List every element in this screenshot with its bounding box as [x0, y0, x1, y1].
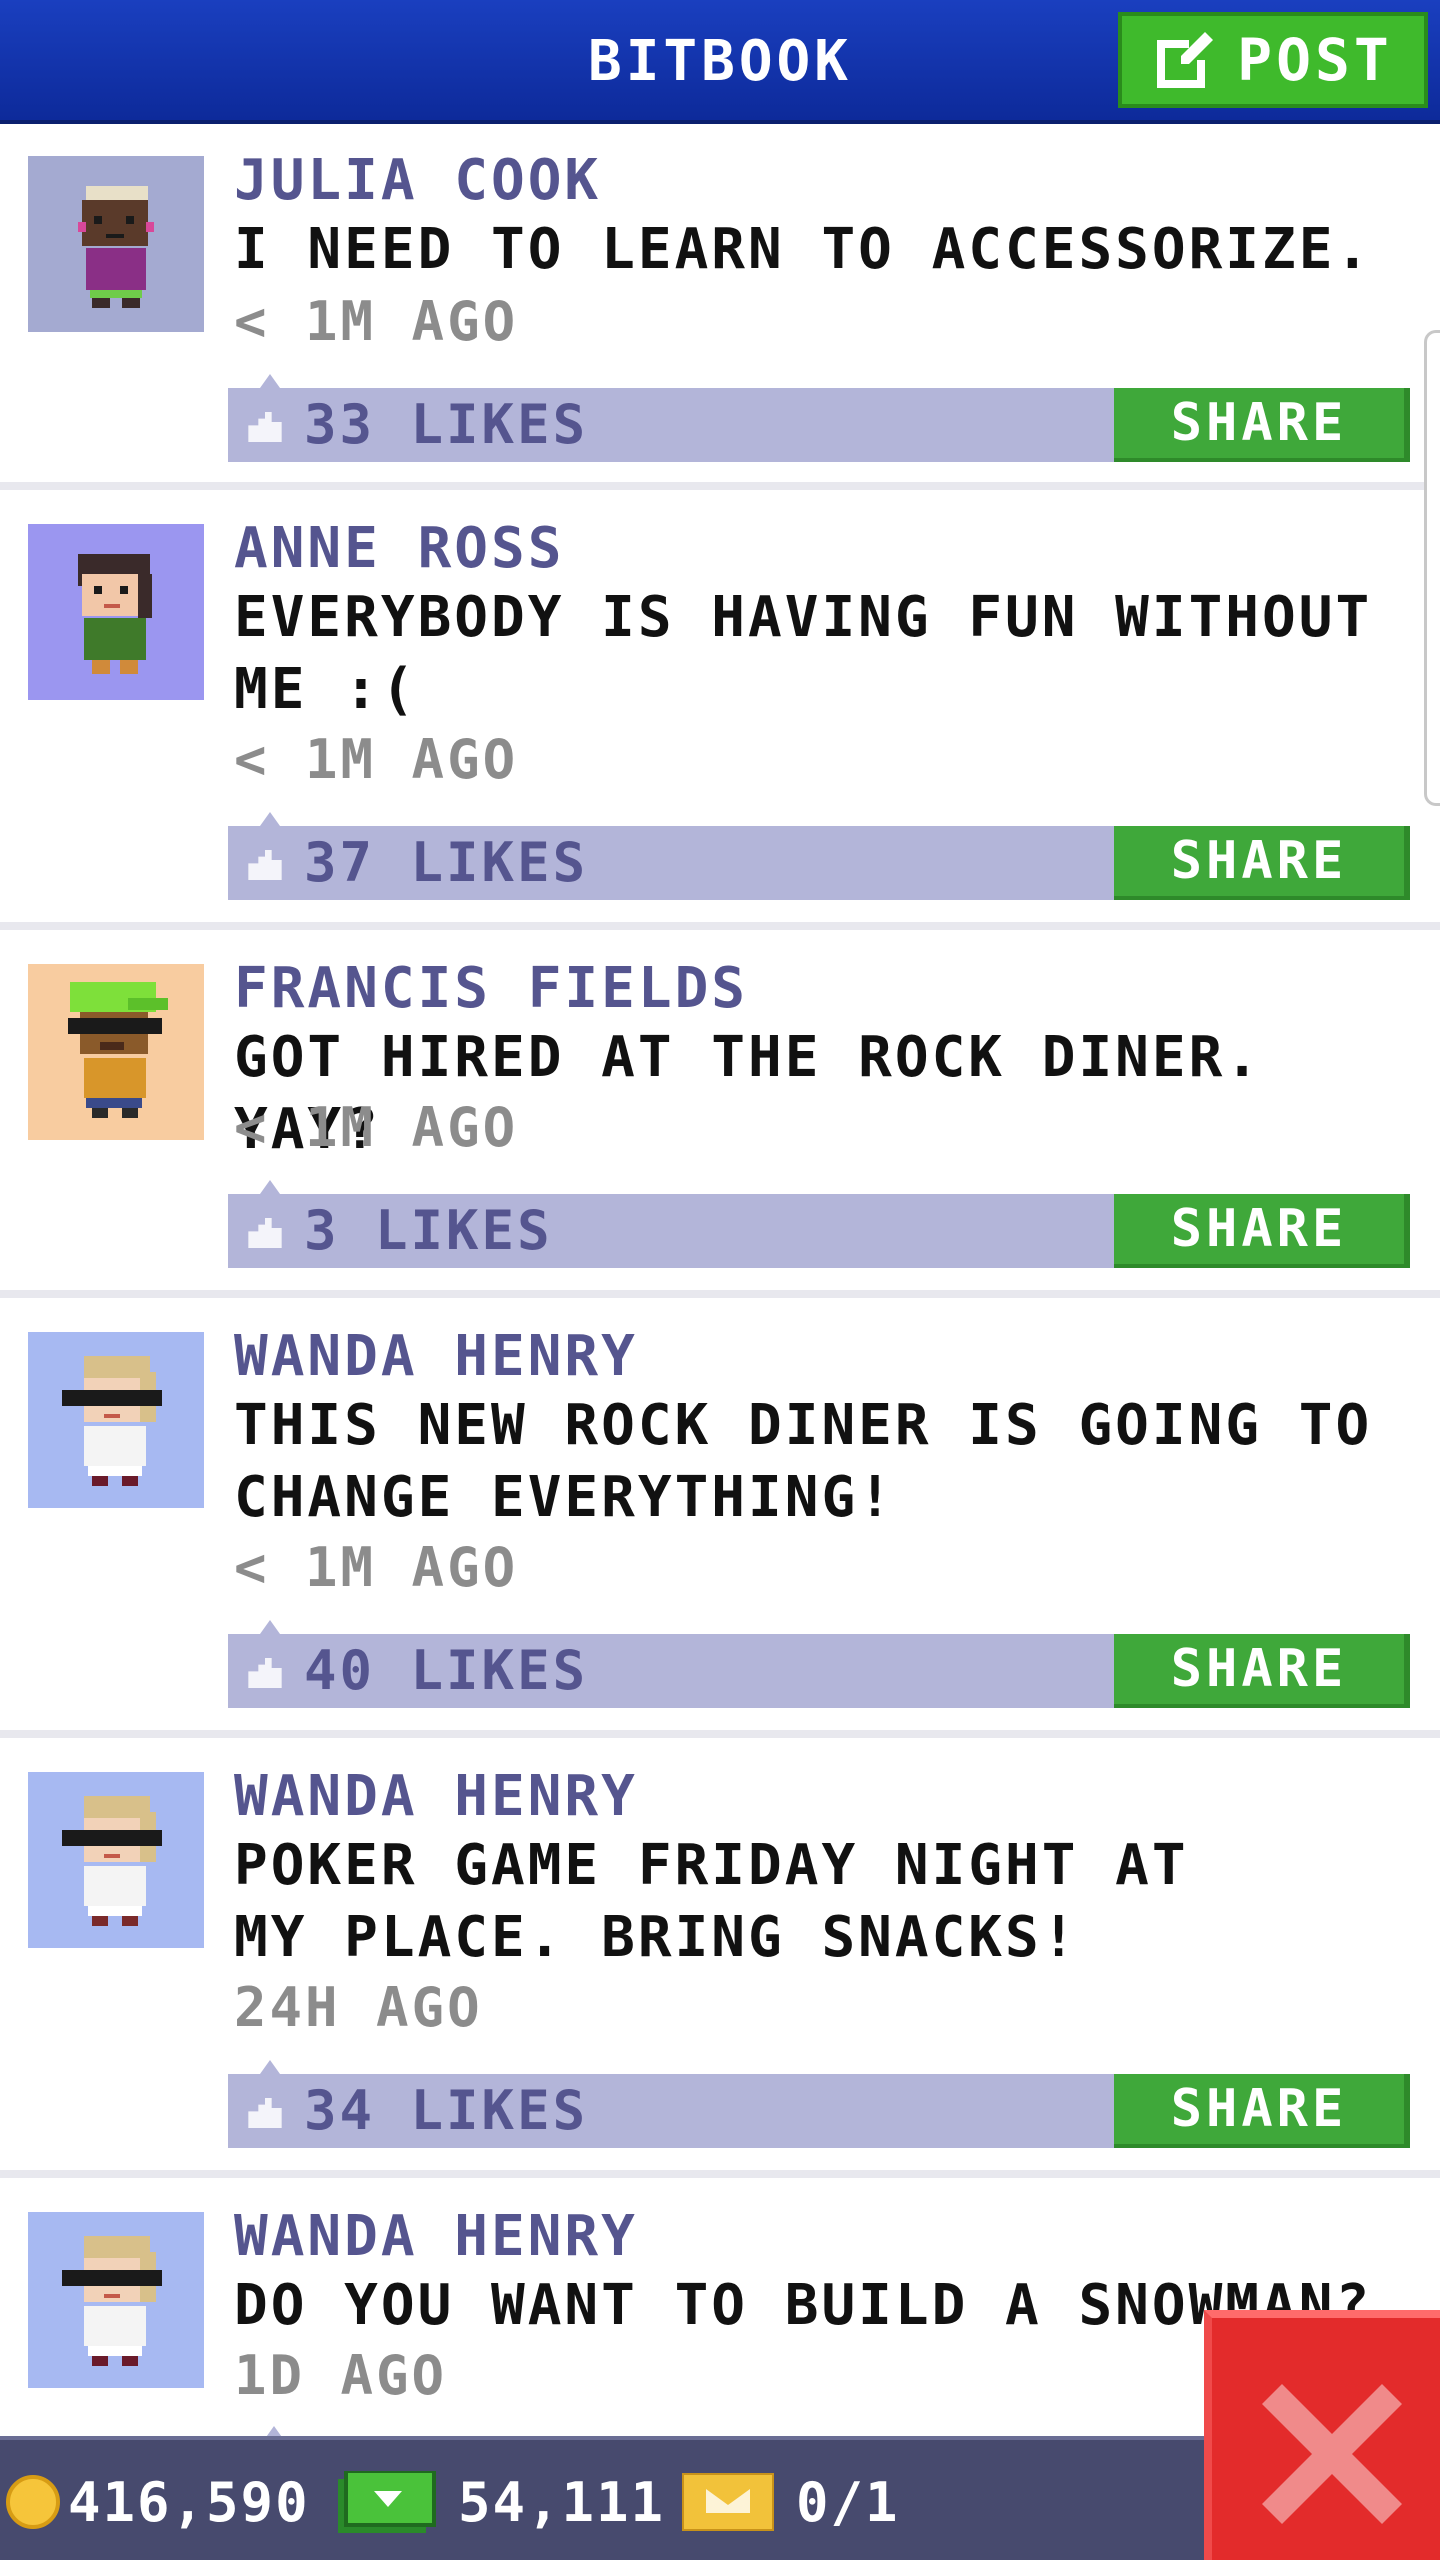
avatar[interactable]: [28, 964, 204, 1140]
likes-count: 34 LIKES: [304, 2079, 589, 2142]
feed-post: WANDA HENRY THIS NEW ROCK DINER IS GOING…: [0, 1306, 1440, 1738]
bux-stat: 54,111: [338, 2440, 665, 2560]
likes-bar: 3 LIKES SHARE: [228, 1180, 1410, 1268]
likes-count: 40 LIKES: [304, 1639, 589, 1702]
share-button[interactable]: SHARE: [1114, 1194, 1410, 1268]
post-timestamp: < 1M AGO: [234, 290, 519, 353]
post-edit-icon: [1157, 32, 1214, 88]
ticket-icon: [682, 2473, 774, 2531]
likes-bar-notch: [260, 1180, 280, 1194]
post-timestamp: < 1M AGO: [234, 1536, 519, 1599]
avatar-wanda-henry: [28, 1772, 204, 1948]
likes-bar-notch: [260, 374, 280, 388]
likes-bar-notch: [260, 1620, 280, 1634]
tickets-value: 0/1: [796, 2470, 900, 2534]
share-button[interactable]: SHARE: [1114, 826, 1410, 900]
likes-bar-notch: [260, 2060, 280, 2074]
close-icon: [1262, 2384, 1402, 2524]
likes-bar-notch: [260, 812, 280, 826]
post-message: POKER GAME FRIDAY NIGHT AT MY PLACE. BRI…: [234, 1833, 1189, 1970]
post-message: THIS NEW ROCK DINER IS GOING TO CHANGE E…: [234, 1393, 1373, 1530]
feed-post: FRANCIS FIELDS GOT HIRED AT THE ROCK DIN…: [0, 938, 1440, 1298]
avatar[interactable]: [28, 1332, 204, 1508]
like-icon[interactable]: [248, 412, 282, 442]
likes-count: 3 LIKES: [304, 1199, 553, 1262]
feed-post: WANDA HENRY POKER GAME FRIDAY NIGHT AT M…: [0, 1746, 1440, 2178]
likes-count: 37 LIKES: [304, 831, 589, 894]
share-button[interactable]: SHARE: [1114, 388, 1410, 462]
close-button[interactable]: [1204, 2310, 1440, 2560]
post-author[interactable]: WANDA HENRY: [234, 1764, 638, 1829]
likes-bar: 33 LIKES SHARE: [228, 374, 1410, 462]
likes-bar: 34 LIKES SHARE: [228, 2060, 1410, 2148]
coins-value: 416,590: [68, 2470, 310, 2534]
post-author[interactable]: ANNE ROSS: [234, 516, 564, 581]
avatar[interactable]: [28, 524, 204, 700]
likes-bar: 40 LIKES SHARE: [228, 1620, 1410, 1708]
post-timestamp: 24H AGO: [234, 1976, 483, 2039]
post-timestamp: < 1M AGO: [234, 728, 519, 791]
post-author[interactable]: JULIA COOK: [234, 148, 601, 213]
avatar[interactable]: [28, 1772, 204, 1948]
cash-icon: [338, 2471, 436, 2533]
coin-icon: [6, 2475, 60, 2529]
post-timestamp: 1D AGO: [234, 2344, 448, 2407]
avatar[interactable]: [28, 2212, 204, 2388]
share-button[interactable]: SHARE: [1114, 1634, 1410, 1708]
like-icon[interactable]: [248, 1658, 282, 1688]
post-timestamp: < 1M AGO: [234, 1096, 519, 1159]
likes-count: 33 LIKES: [304, 393, 589, 456]
post-message: I NEED TO LEARN TO ACCESSORIZE.: [234, 217, 1373, 282]
avatar-anne-ross: [28, 524, 204, 700]
like-icon[interactable]: [248, 2098, 282, 2128]
avatar-francis-fields: [28, 964, 204, 1140]
avatar-wanda-henry: [28, 2212, 204, 2388]
avatar-julia-cook: [28, 156, 204, 332]
app-header: BITBOOK POST: [0, 0, 1440, 124]
news-feed[interactable]: JULIA COOK I NEED TO LEARN TO ACCESSORIZ…: [0, 128, 1440, 2436]
post-button-label: POST: [1237, 26, 1393, 94]
avatar-wanda-henry: [28, 1332, 204, 1508]
like-icon[interactable]: [248, 850, 282, 880]
avatar[interactable]: [28, 156, 204, 332]
scrollbar[interactable]: [1424, 330, 1440, 806]
tickets-stat: 0/1: [682, 2440, 900, 2560]
post-button[interactable]: POST: [1118, 12, 1428, 108]
likes-bar-notch: [264, 2426, 284, 2436]
post-author[interactable]: WANDA HENRY: [234, 1324, 638, 1389]
feed-post: JULIA COOK I NEED TO LEARN TO ACCESSORIZ…: [0, 128, 1440, 490]
likes-bar: 37 LIKES SHARE: [228, 812, 1410, 900]
feed-post: ANNE ROSS EVERYBODY IS HAVING FUN WITHOU…: [0, 498, 1440, 930]
post-author[interactable]: WANDA HENRY: [234, 2204, 638, 2269]
coins-stat: 416,590: [6, 2440, 310, 2560]
post-message: EVERYBODY IS HAVING FUN WITHOUT ME :(: [234, 585, 1373, 722]
like-icon[interactable]: [248, 1218, 282, 1248]
share-button[interactable]: SHARE: [1114, 2074, 1410, 2148]
bux-value: 54,111: [458, 2470, 666, 2534]
post-author[interactable]: FRANCIS FIELDS: [234, 956, 748, 1021]
